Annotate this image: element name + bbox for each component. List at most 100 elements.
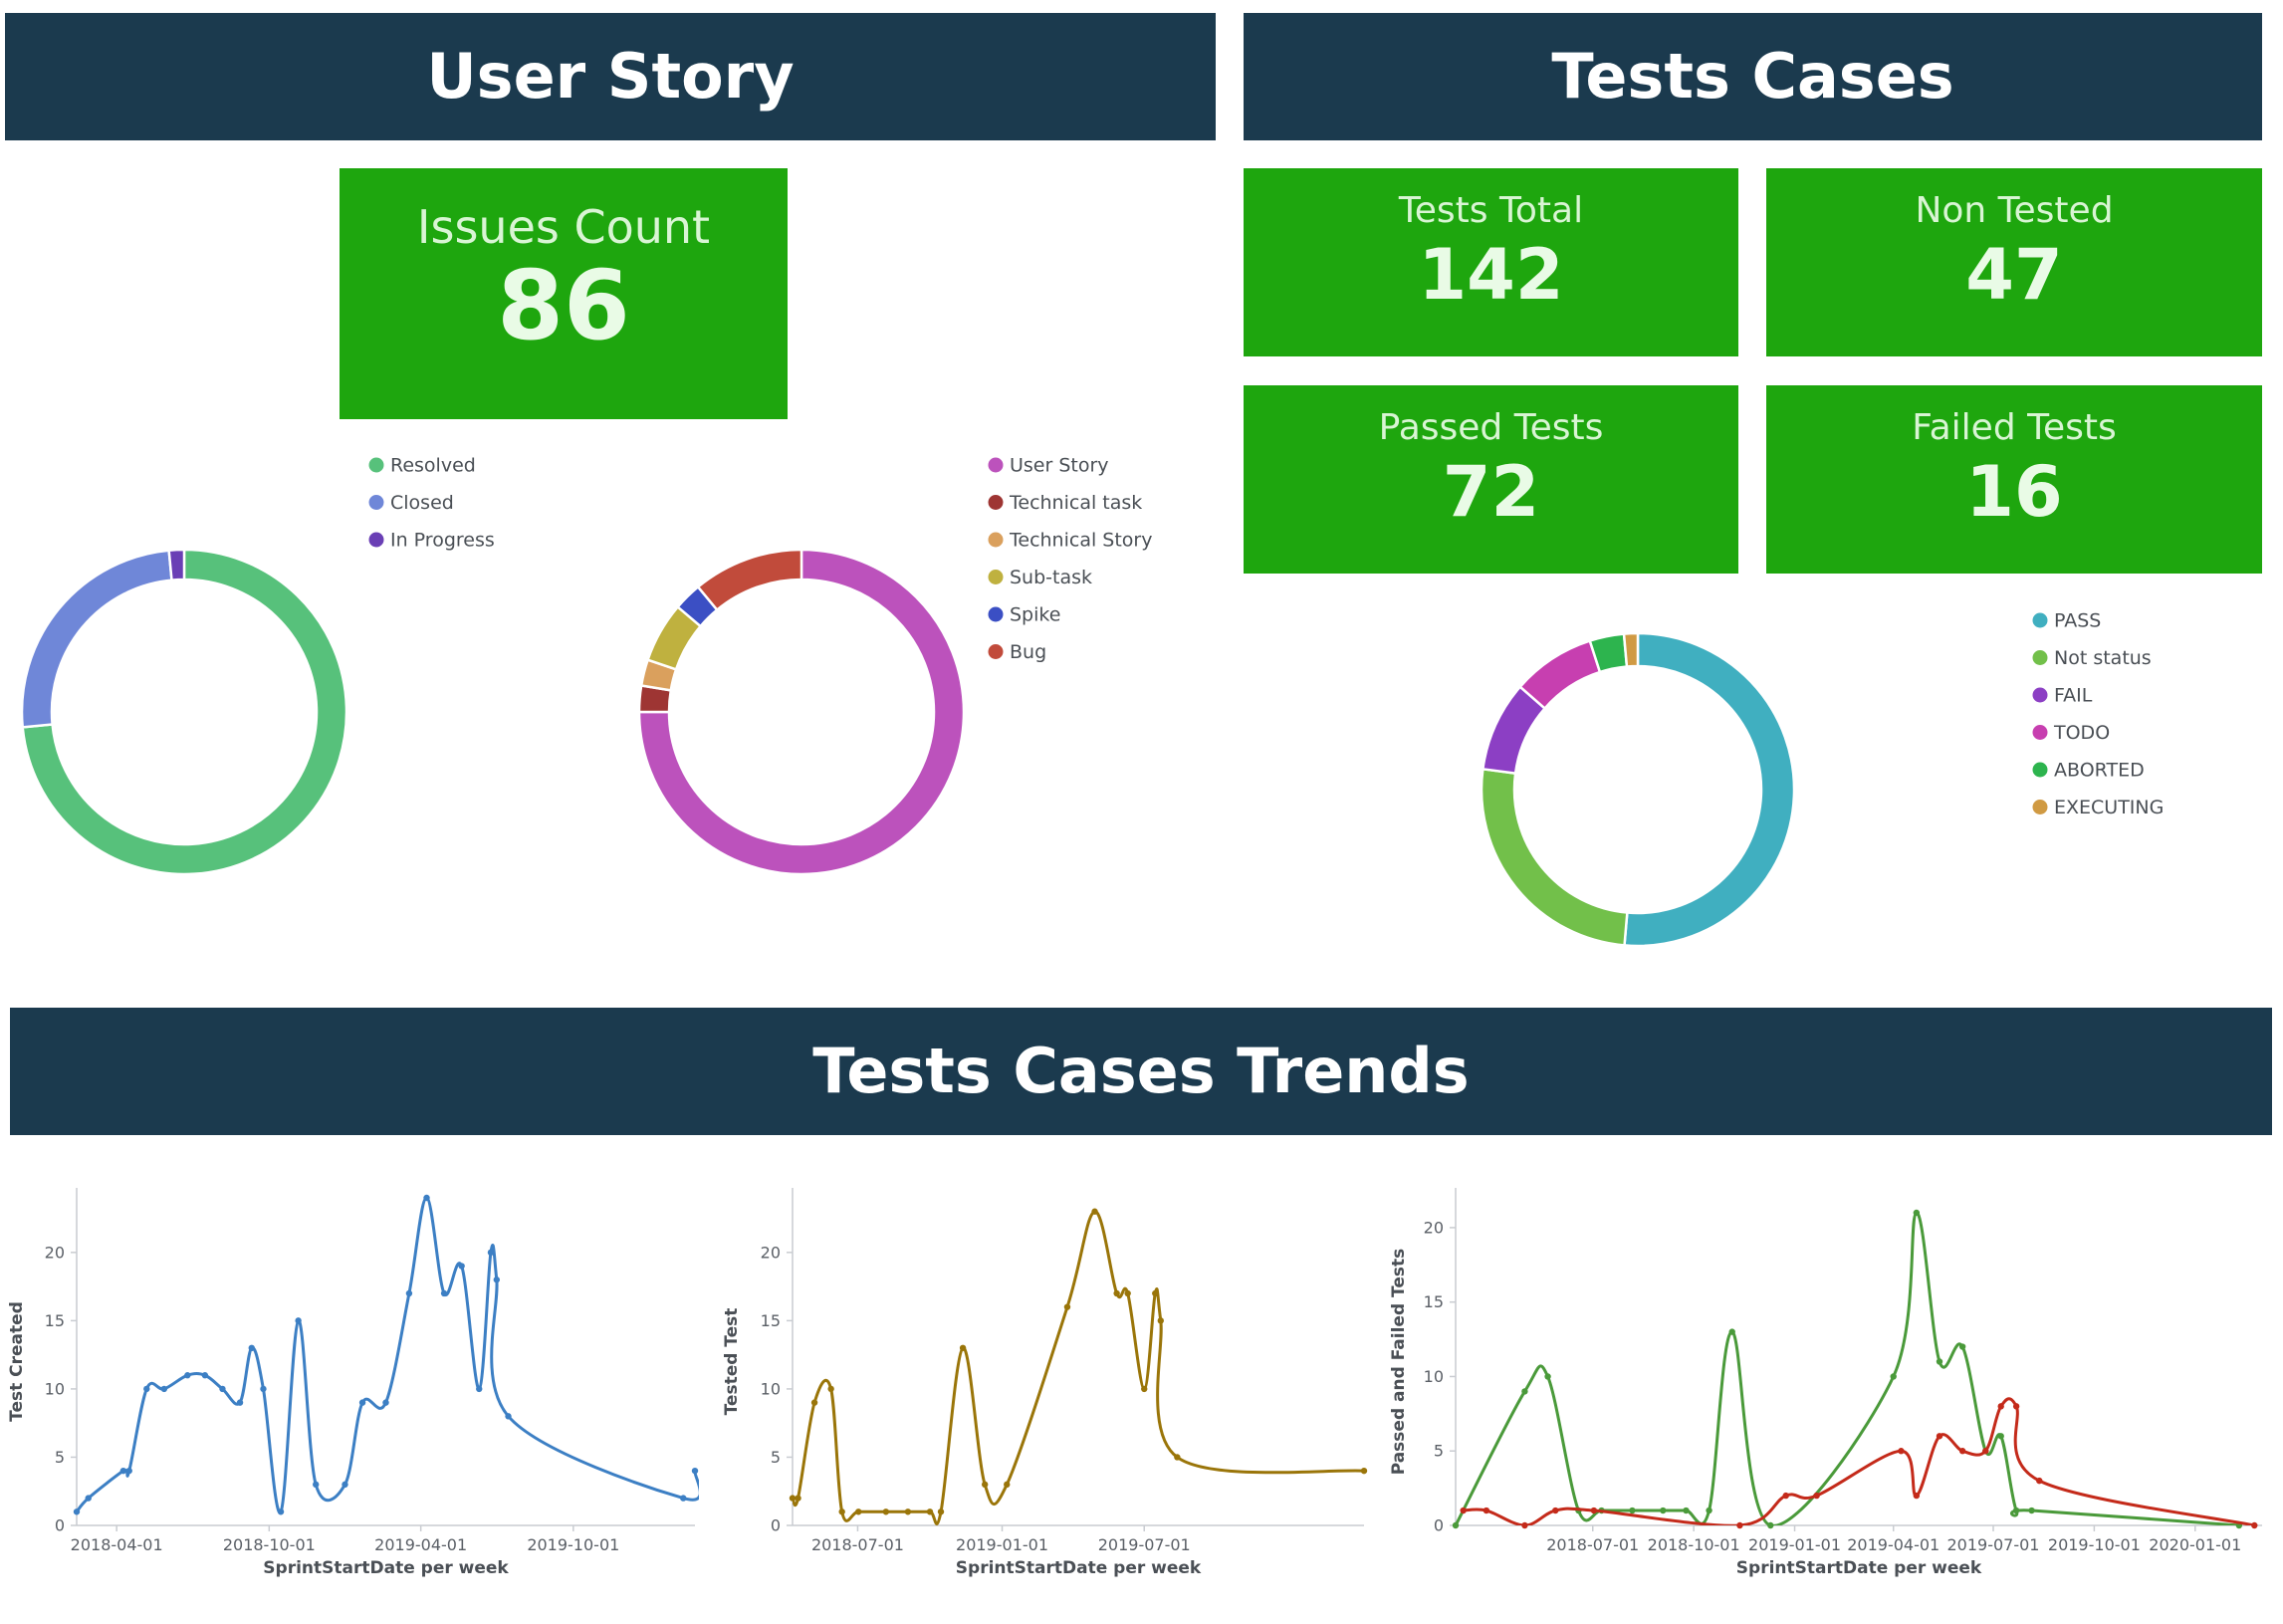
data-point[interactable] — [125, 1467, 132, 1475]
data-point[interactable] — [1913, 1209, 1921, 1217]
legend-label-aborted[interactable]: ABORTED — [2054, 760, 2145, 782]
data-point[interactable] — [1936, 1433, 1943, 1440]
non-tested-tile[interactable]: Non Tested 47 — [1766, 168, 2262, 356]
data-point[interactable] — [440, 1289, 448, 1297]
data-point[interactable] — [487, 1249, 495, 1257]
data-point[interactable] — [981, 1481, 989, 1489]
data-point[interactable] — [1452, 1521, 1460, 1529]
data-point[interactable] — [926, 1508, 934, 1515]
donut-slice-not-status[interactable] — [1480, 767, 1629, 947]
data-point[interactable] — [2036, 1477, 2043, 1485]
data-point[interactable] — [73, 1508, 81, 1515]
data-point[interactable] — [1360, 1467, 1368, 1475]
data-point[interactable] — [1898, 1448, 1905, 1455]
data-point[interactable] — [2012, 1507, 2020, 1514]
data-point[interactable] — [1004, 1481, 1011, 1489]
test-status-donut-chart[interactable]: PASS Not status FAIL TODO ABORTED EXECUTING — [1464, 597, 2180, 956]
data-point[interactable] — [1124, 1289, 1131, 1297]
data-point[interactable] — [1460, 1507, 1467, 1514]
data-point[interactable] — [260, 1385, 267, 1393]
data-point[interactable] — [184, 1372, 191, 1379]
data-point[interactable] — [1174, 1454, 1181, 1461]
data-point[interactable] — [1063, 1303, 1071, 1310]
data-point[interactable] — [1544, 1373, 1551, 1380]
data-point[interactable] — [476, 1385, 483, 1393]
data-point[interactable] — [1982, 1448, 1989, 1455]
issue-type-donut-chart[interactable]: User Story Technical task Technical Story S… — [607, 438, 1205, 896]
data-point[interactable] — [795, 1495, 801, 1502]
legend-label-pass[interactable]: PASS — [2054, 610, 2101, 632]
legend-label-in-progress[interactable]: In Progress — [390, 530, 495, 552]
donut-slice-executing[interactable] — [1622, 631, 1640, 668]
data-point[interactable] — [423, 1194, 430, 1202]
data-point[interactable] — [1997, 1433, 2004, 1440]
legend-label-technical-task[interactable]: Technical task — [1009, 492, 1142, 514]
data-point[interactable] — [85, 1495, 92, 1502]
legend-label-user-story[interactable]: User Story — [1010, 455, 1109, 477]
test-created-line-chart[interactable]: 0 5 10 15 20 2018-04-01 2018-10-01 2019-04-01 20… — [0, 1165, 717, 1593]
legend-label-sub-task[interactable]: Sub-task — [1010, 567, 1092, 588]
data-point[interactable] — [1936, 1358, 1943, 1365]
data-point[interactable] — [493, 1276, 501, 1283]
data-point[interactable] — [405, 1289, 413, 1297]
data-point[interactable] — [691, 1467, 699, 1475]
data-point[interactable] — [201, 1372, 209, 1379]
data-point[interactable] — [855, 1508, 862, 1515]
data-point[interactable] — [1552, 1507, 1559, 1514]
data-point[interactable] — [143, 1385, 150, 1393]
donut-slice-todo[interactable] — [1517, 639, 1602, 711]
legend-label-spike[interactable]: Spike — [1010, 604, 1060, 626]
data-point[interactable] — [827, 1385, 834, 1393]
data-point[interactable] — [810, 1399, 818, 1406]
data-point[interactable] — [312, 1481, 320, 1489]
data-point[interactable] — [1728, 1328, 1735, 1335]
data-point[interactable] — [1521, 1521, 1528, 1529]
data-point[interactable] — [248, 1344, 255, 1351]
legend-label-not-status[interactable]: Not status — [2054, 647, 2152, 669]
data-point[interactable] — [882, 1508, 890, 1515]
data-point[interactable] — [1813, 1492, 1820, 1500]
data-point[interactable] — [1113, 1289, 1120, 1297]
data-point[interactable] — [904, 1508, 912, 1515]
legend-label-todo[interactable]: TODO — [2053, 722, 2110, 744]
data-point[interactable] — [458, 1263, 465, 1270]
data-point[interactable] — [1141, 1385, 1148, 1393]
series-line-1[interactable] — [1463, 1397, 2255, 1526]
data-point[interactable] — [1767, 1521, 1774, 1529]
data-point[interactable] — [1890, 1373, 1897, 1380]
donut-slice-closed[interactable] — [20, 549, 173, 729]
issues-count-tile[interactable]: Issues Count 86 — [340, 168, 788, 419]
data-point[interactable] — [838, 1508, 845, 1515]
legend-label-bug[interactable]: Bug — [1010, 641, 1046, 663]
data-point[interactable] — [1997, 1403, 2004, 1410]
data-point[interactable] — [342, 1481, 348, 1489]
data-point[interactable] — [236, 1399, 244, 1406]
data-point[interactable] — [382, 1399, 389, 1406]
series-line-0[interactable] — [793, 1210, 1365, 1525]
legend-label-closed[interactable]: Closed — [390, 492, 454, 514]
failed-tests-tile[interactable]: Failed Tests 16 — [1766, 385, 2262, 574]
data-point[interactable] — [1736, 1521, 1743, 1529]
data-point[interactable] — [1590, 1507, 1598, 1514]
data-point[interactable] — [2251, 1521, 2258, 1529]
series-line-0[interactable] — [77, 1196, 700, 1514]
data-point[interactable] — [119, 1467, 127, 1475]
data-point[interactable] — [277, 1508, 285, 1515]
data-point[interactable] — [358, 1399, 366, 1406]
tested-test-line-chart[interactable]: 0 5 10 15 20 2018-07-01 2019-01-01 2019-07-01 Sp… — [717, 1165, 1374, 1593]
passed-tests-tile[interactable]: Passed Tests 72 — [1244, 385, 1738, 574]
data-point[interactable] — [1683, 1507, 1690, 1514]
data-point[interactable] — [219, 1385, 226, 1393]
data-point[interactable] — [2012, 1403, 2020, 1410]
data-point[interactable] — [1913, 1492, 1921, 1500]
data-point[interactable] — [1152, 1289, 1159, 1297]
legend-label-resolved[interactable]: Resolved — [390, 455, 476, 477]
issue-status-donut-chart[interactable]: Resolved Closed In Progress — [0, 438, 558, 896]
data-point[interactable] — [1958, 1343, 1966, 1350]
donut-slice-pass[interactable] — [1623, 631, 1796, 948]
donut-slice-bug[interactable] — [696, 548, 803, 612]
data-point[interactable] — [959, 1344, 967, 1351]
data-point[interactable] — [1706, 1507, 1712, 1514]
data-point[interactable] — [1660, 1507, 1667, 1514]
legend-label-technical-story[interactable]: Technical Story — [1009, 530, 1152, 552]
